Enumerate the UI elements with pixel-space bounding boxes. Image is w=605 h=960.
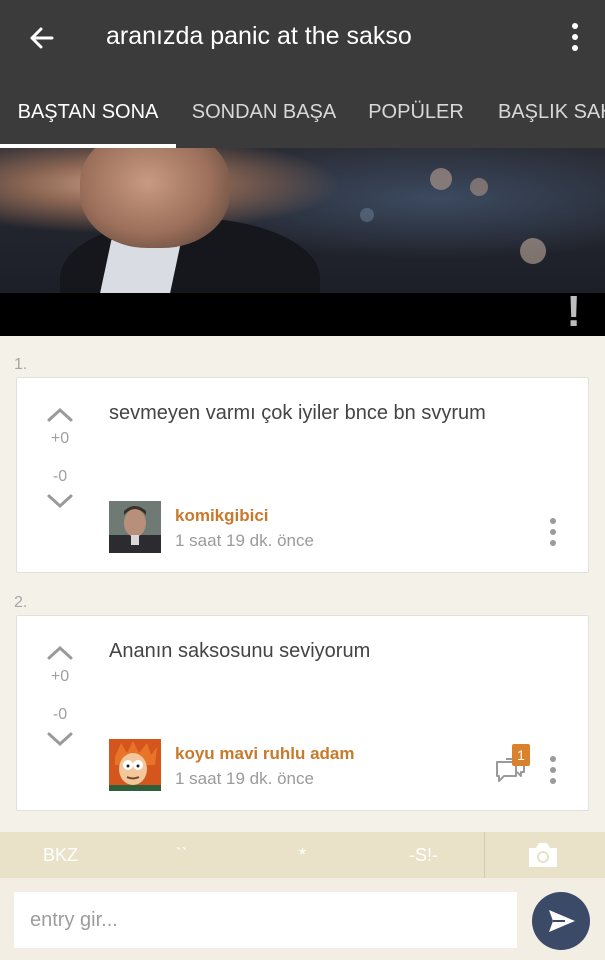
backtick-button[interactable]: `` bbox=[121, 832, 242, 878]
bkz-button[interactable]: BKZ bbox=[0, 832, 121, 878]
comment-count-badge: 1 bbox=[512, 744, 530, 766]
cover-caption-bar: ! bbox=[0, 287, 605, 336]
send-icon bbox=[549, 910, 575, 932]
entry-number: 1. bbox=[14, 356, 28, 373]
tab-populer[interactable]: POPÜLER bbox=[352, 76, 480, 148]
avatar[interactable] bbox=[109, 501, 161, 553]
entry-more-icon[interactable] bbox=[548, 518, 558, 551]
avatar[interactable] bbox=[109, 739, 161, 791]
upvote-score: +0 bbox=[50, 430, 70, 447]
downvote-chevron-icon[interactable] bbox=[43, 730, 77, 750]
topic-cover-image bbox=[0, 148, 605, 293]
report-alert-icon[interactable]: ! bbox=[566, 287, 581, 337]
upvote-chevron-icon[interactable] bbox=[43, 404, 77, 424]
entry-time: 1 saat 19 dk. önce bbox=[175, 531, 314, 550]
downvote-chevron-icon[interactable] bbox=[43, 492, 77, 512]
entry-input[interactable] bbox=[14, 892, 517, 948]
entry-text: Ananın saksosunu seviyorum bbox=[109, 640, 371, 662]
tab-bar: BAŞTAN SONA SONDAN BAŞA POPÜLER BAŞLIK S… bbox=[0, 76, 605, 148]
camera-icon[interactable] bbox=[526, 840, 560, 870]
tab-sondan-basa[interactable]: SONDAN BAŞA bbox=[176, 76, 352, 148]
entry-time: 1 saat 19 dk. önce bbox=[175, 769, 314, 788]
overflow-menu-icon[interactable] bbox=[563, 20, 587, 56]
entry-composer bbox=[0, 878, 605, 960]
back-arrow-icon[interactable] bbox=[22, 18, 62, 58]
entry-card: +0 -0 sevmeyen varmı çok iyiler bnce bn … bbox=[16, 377, 589, 573]
app-bar: aranızda panic at the sakso bbox=[0, 0, 605, 76]
author-name[interactable]: komikgibici bbox=[175, 506, 269, 526]
tab-bastan-sona[interactable]: BAŞTAN SONA bbox=[0, 76, 176, 148]
entry-text: sevmeyen varmı çok iyiler bnce bn svyrum bbox=[109, 402, 486, 424]
vote-column: +0 -0 bbox=[43, 642, 77, 750]
upvote-chevron-icon[interactable] bbox=[43, 642, 77, 662]
vote-column: +0 -0 bbox=[43, 404, 77, 512]
star-button[interactable]: * bbox=[242, 832, 363, 878]
entry-number: 2. bbox=[14, 594, 28, 611]
format-toolbar: BKZ `` * -S!- bbox=[0, 832, 605, 878]
upvote-score: +0 bbox=[50, 668, 70, 685]
spoiler-button[interactable]: -S!- bbox=[363, 832, 484, 878]
entry-more-icon[interactable] bbox=[548, 756, 558, 789]
author-name[interactable]: koyu mavi ruhlu adam bbox=[175, 744, 355, 764]
entry-card: +0 -0 Ananın saksosunu seviyorum koyu ma… bbox=[16, 615, 589, 811]
send-button[interactable] bbox=[532, 892, 590, 950]
downvote-score: -0 bbox=[52, 468, 68, 485]
comment-bubble-icon[interactable]: 1 bbox=[494, 744, 530, 788]
topic-title: aranızda panic at the sakso bbox=[106, 22, 412, 50]
tab-baslik[interactable]: BAŞLIK SAH bbox=[480, 76, 605, 148]
toolbar-divider bbox=[484, 832, 485, 878]
downvote-score: -0 bbox=[52, 706, 68, 723]
